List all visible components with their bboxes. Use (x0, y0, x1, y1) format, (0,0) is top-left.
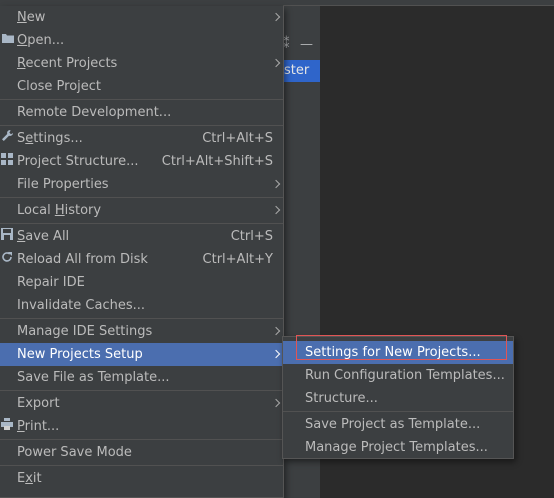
chevron-right-icon (271, 58, 281, 68)
submenu-item-run-configuration-templates[interactable]: Run Configuration Templates... (283, 364, 513, 387)
menu-item-export[interactable]: Export (0, 392, 283, 415)
menu-item-reload-all-label: Reload All from Disk (17, 252, 148, 267)
menu-item-invalidate-caches[interactable]: Invalidate Caches... (0, 294, 283, 317)
submenu-item-save-project-as-template[interactable]: Save Project as Template... (283, 413, 513, 436)
save-all-shortcut: Ctrl+S (230, 229, 273, 244)
menu-item-close-project[interactable]: Close Project (0, 75, 283, 98)
menu-item-power-save-mode[interactable]: Power Save Mode (0, 441, 283, 464)
menu-item-new[interactable]: New (0, 6, 283, 29)
menu-item-save-file-as-template-label: Save File as Template... (17, 370, 170, 385)
menu-item-open-label: Open... (17, 33, 65, 48)
new-projects-setup-submenu: Settings for New Projects... Run Configu… (282, 336, 514, 459)
menu-item-exit-label: Exit (17, 471, 42, 486)
submenu-item-manage-project-templates[interactable]: Manage Project Templates... (283, 436, 513, 459)
submenu-item-structure[interactable]: Structure... (283, 387, 513, 410)
menu-item-new-projects-setup[interactable]: New Projects Setup (0, 343, 283, 366)
menu-item-new-label: New (17, 10, 46, 25)
folder-icon (1, 29, 15, 52)
file-menu: New Open... Recent Projects Close Projec… (0, 6, 284, 498)
submenu-item-label: Structure... (305, 391, 378, 406)
menu-item-repair-ide-label: Repair IDE (17, 275, 85, 290)
menu-item-export-label: Export (17, 396, 60, 411)
menu-item-manage-ide-settings[interactable]: Manage IDE Settings (0, 320, 283, 343)
chevron-right-icon (271, 12, 281, 22)
menu-item-print-label: Print... (17, 419, 60, 434)
menu-item-exit[interactable]: Exit (0, 467, 283, 490)
menu-item-print[interactable]: Print... (0, 415, 283, 438)
selected-tree-row[interactable]: ster (283, 60, 320, 82)
settings-shortcut: Ctrl+Alt+S (202, 131, 273, 146)
menu-item-invalidate-caches-label: Invalidate Caches... (17, 298, 146, 313)
project-structure-icon (1, 150, 13, 173)
submenu-item-label: Manage Project Templates... (305, 440, 488, 455)
menu-item-new-projects-setup-label: New Projects Setup (17, 347, 143, 362)
menu-item-repair-ide[interactable]: Repair IDE (0, 271, 283, 294)
menu-item-remote-development[interactable]: Remote Development... (0, 101, 283, 124)
chevron-right-icon (271, 179, 281, 189)
menu-item-open[interactable]: Open... (0, 29, 283, 52)
menu-item-project-structure[interactable]: Project Structure... Ctrl+Alt+Shift+S (0, 150, 283, 173)
menu-item-save-file-as-template[interactable]: Save File as Template... (0, 366, 283, 389)
menu-item-close-project-label: Close Project (17, 79, 102, 94)
menu-item-save-all-label: Save All (17, 229, 70, 244)
menu-item-recent-projects-label: Recent Projects (17, 56, 118, 71)
menu-item-power-save-mode-label: Power Save Mode (17, 445, 132, 460)
branch-label: ster (284, 63, 310, 78)
hide-icon[interactable]: — (300, 37, 313, 52)
chevron-right-icon (271, 398, 281, 408)
chevron-right-icon (271, 349, 281, 359)
menu-item-project-structure-label: Project Structure... (17, 154, 139, 169)
menu-item-save-all[interactable]: Save All Ctrl+S (0, 225, 283, 248)
menu-item-local-history-label: Local History (17, 203, 102, 218)
submenu-item-settings-for-new-projects[interactable]: Settings for New Projects... (283, 341, 513, 364)
submenu-item-label: Save Project as Template... (305, 417, 481, 432)
menu-item-settings-label: Settings... (17, 131, 83, 146)
reload-icon (1, 248, 13, 271)
reload-all-shortcut: Ctrl+Alt+Y (202, 252, 273, 267)
menu-item-recent-projects[interactable]: Recent Projects (0, 52, 283, 75)
menu-item-file-properties[interactable]: File Properties (0, 173, 283, 196)
submenu-item-label: Run Configuration Templates... (305, 368, 505, 383)
save-icon (1, 225, 13, 248)
menu-item-local-history[interactable]: Local History (0, 199, 283, 222)
chevron-right-icon (271, 205, 281, 215)
project-structure-shortcut: Ctrl+Alt+Shift+S (161, 154, 273, 169)
print-icon (1, 415, 13, 438)
chevron-right-icon (271, 326, 281, 336)
menu-item-file-properties-label: File Properties (17, 177, 109, 192)
menu-item-settings[interactable]: Settings... Ctrl+Alt+S (0, 127, 283, 150)
wrench-icon (1, 127, 14, 150)
menu-item-reload-all[interactable]: Reload All from Disk Ctrl+Alt+Y (0, 248, 283, 271)
menu-item-remote-development-label: Remote Development... (17, 105, 172, 120)
submenu-item-label: Settings for New Projects... (305, 345, 481, 360)
menu-item-manage-ide-settings-label: Manage IDE Settings (17, 324, 153, 339)
